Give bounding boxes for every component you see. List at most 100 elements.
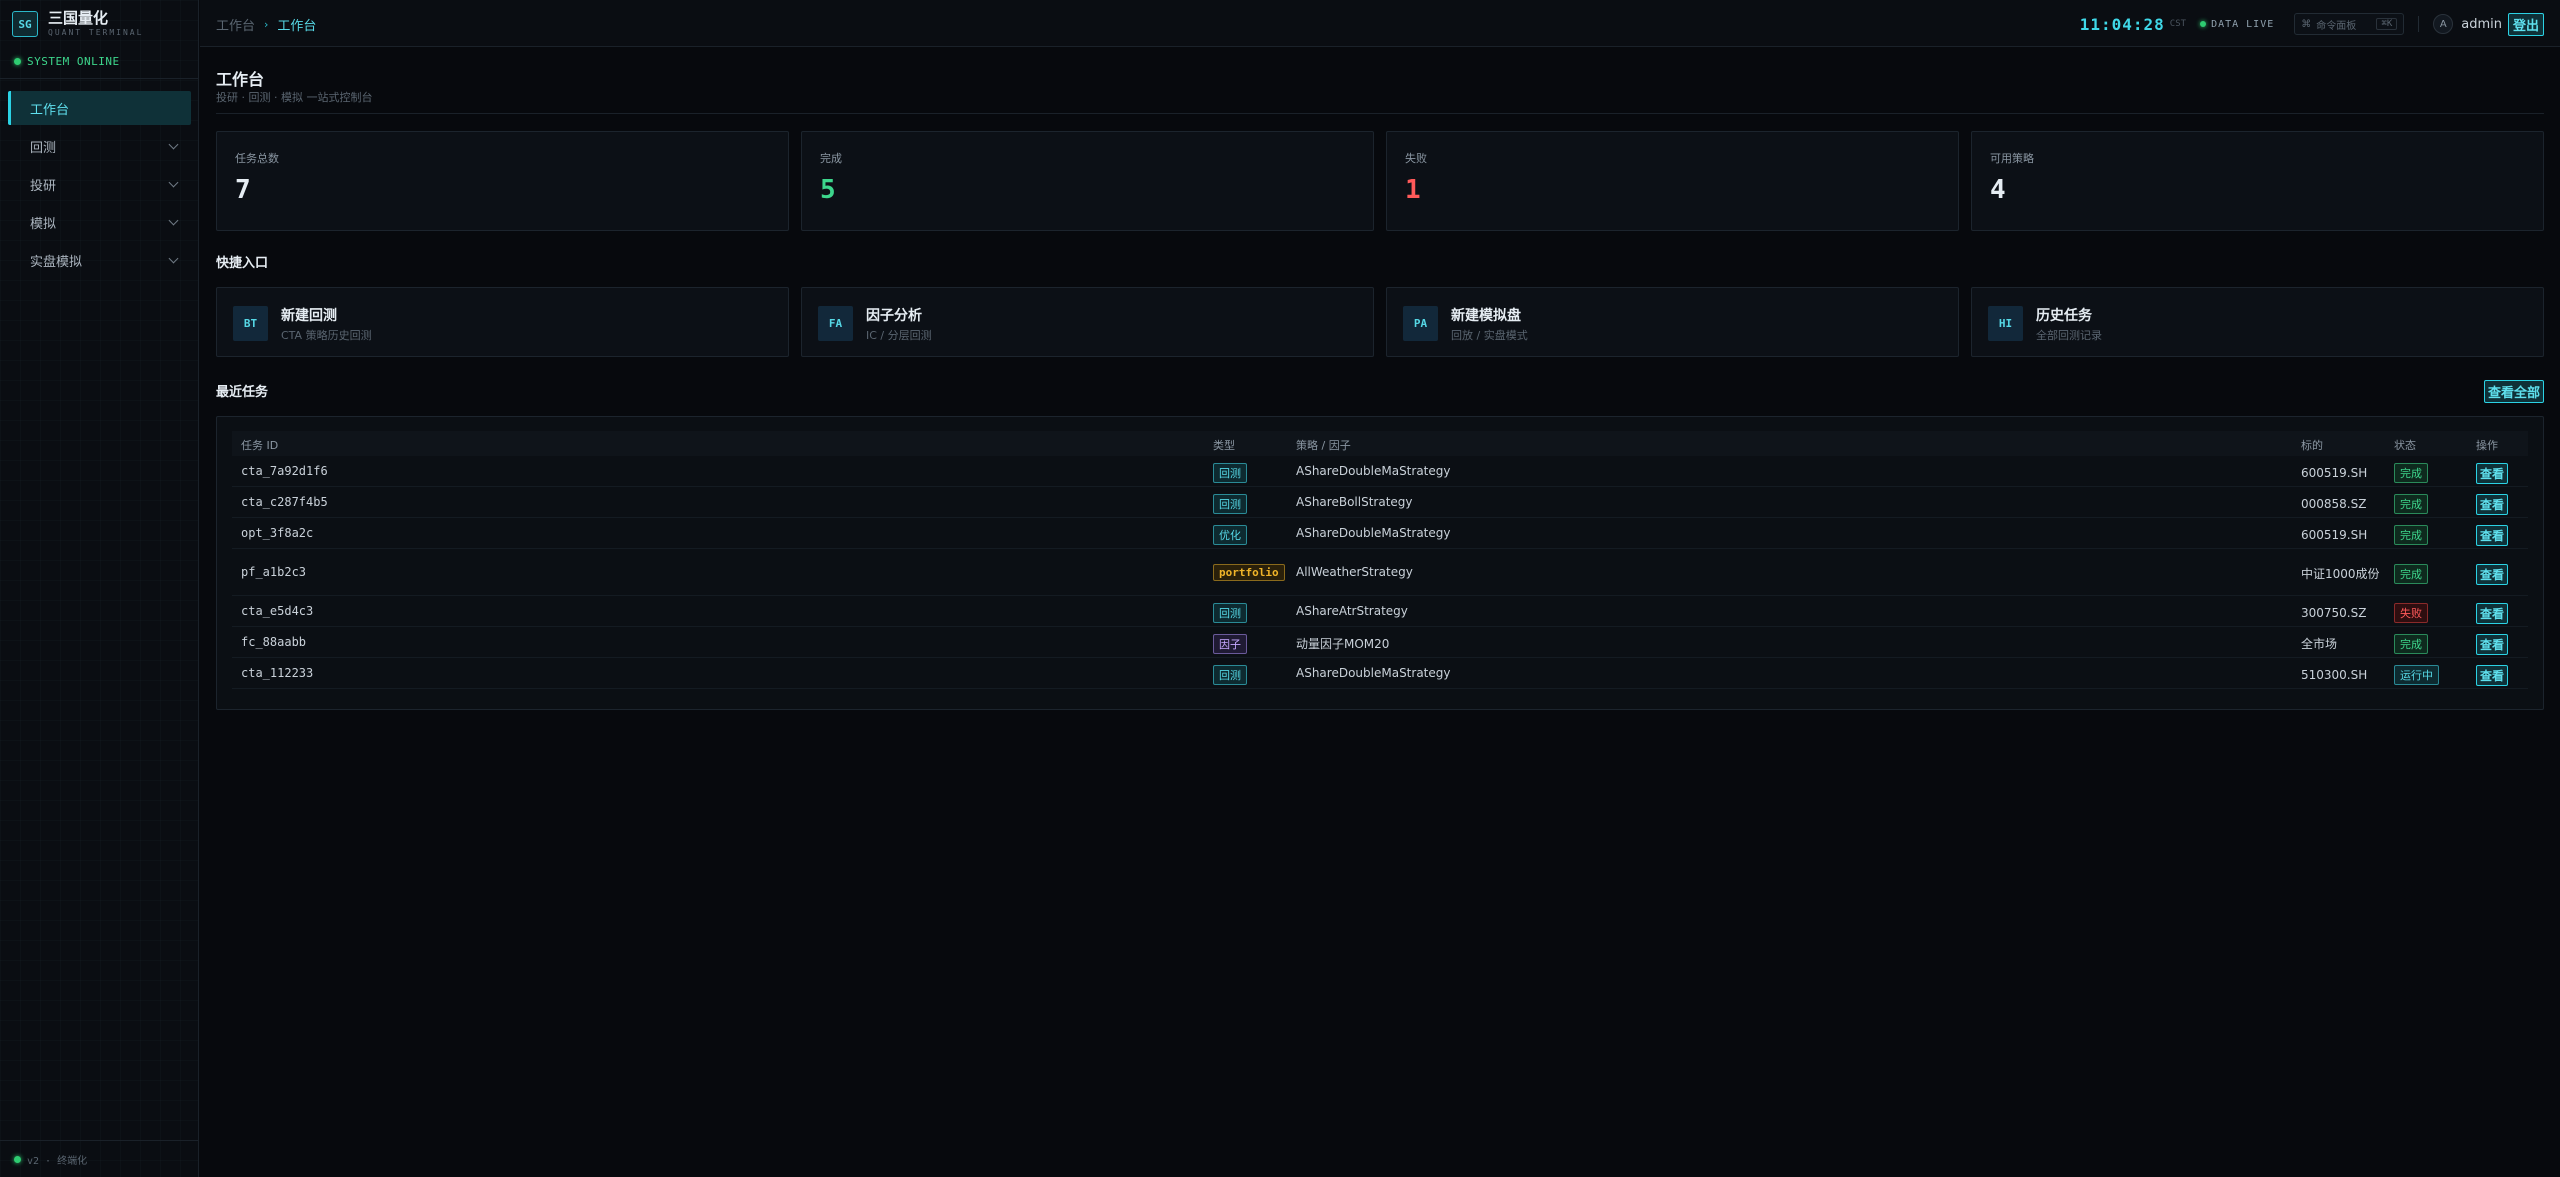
stat-value: 7	[235, 175, 251, 205]
status-badge: 完成	[2394, 634, 2428, 654]
table-row[interactable]: cta_112233 回测 AShareDoubleMaStrategy 510300…	[232, 658, 2528, 689]
status-badge: 完成	[2394, 494, 2428, 514]
quick-entry-title: 新建模拟盘	[1451, 308, 1521, 324]
column-header: 任务 ID	[241, 439, 279, 452]
command-shortcut: ⌘K	[2376, 18, 2398, 30]
sidebar-item-1[interactable]: 回测	[8, 129, 191, 163]
stat-value: 5	[820, 175, 836, 205]
quick-entry-title: 历史任务	[2036, 308, 2092, 324]
status-badge: 完成	[2394, 463, 2428, 483]
username: admin	[2461, 16, 2502, 32]
view-task-button[interactable]: 查看	[2476, 634, 2509, 655]
table-row[interactable]: cta_7a92d1f6 回测 AShareDoubleMaStrategy 6005…	[232, 456, 2528, 487]
view-task-button[interactable]: 查看	[2476, 463, 2509, 484]
quick-entry-badge-icon: FA	[818, 306, 853, 341]
quick-entry-badge-icon: HI	[1988, 306, 2023, 341]
status-badge: 完成	[2394, 564, 2428, 584]
view-all-button[interactable]: 查看全部	[2483, 380, 2544, 403]
avatar[interactable]: A	[2433, 14, 2454, 34]
column-header: 策略 / 因子	[1296, 439, 1351, 452]
status-badge: 运行中	[2394, 665, 2439, 685]
strategy-name: AShareBollStrategy	[1296, 495, 1413, 509]
symbol: 600519.SH	[2301, 466, 2368, 480]
sidebar-item-label: 实盘模拟	[30, 254, 83, 270]
quick-entry-badge-icon: PA	[1403, 306, 1438, 341]
clock: 11:04:28	[2079, 14, 2165, 34]
task-type-badge: 回测	[1213, 665, 1247, 685]
view-task-button[interactable]: 查看	[2476, 525, 2509, 546]
system-status-label: SYSTEM ONLINE	[27, 55, 120, 68]
table-row[interactable]: pf_a1b2c3 portfolio AllWeatherStrategy 中证10…	[232, 549, 2528, 596]
quick-entry-title: 快捷入口	[216, 256, 269, 271]
table-row[interactable]: opt_3f8a2c 优化 AShareDoubleMaStrategy 600519…	[232, 518, 2528, 549]
view-task-button[interactable]: 查看	[2476, 564, 2509, 585]
view-task-button[interactable]: 查看	[2476, 603, 2509, 624]
sidebar-nav: 工作台回测投研模拟实盘模拟	[8, 91, 191, 281]
quick-entry-card[interactable]: FA 因子分析 IC / 分层回测	[801, 287, 1374, 357]
logout-button[interactable]: 登出	[2507, 12, 2544, 36]
footer-status-dot-icon	[14, 1155, 21, 1163]
status-dot-icon	[14, 58, 21, 65]
quick-entry-card[interactable]: PA 新建模拟盘 回放 / 实盘模式	[1386, 287, 1959, 357]
quick-entry-card[interactable]: BT 新建回测 CTA 策略历史回测	[216, 287, 789, 357]
table-header: 任务 ID 类型 策略 / 因子 标的 状态 操作	[232, 431, 2528, 456]
status-badge: 完成	[2394, 525, 2428, 545]
quick-entry-subtitle: IC / 分层回测	[866, 329, 932, 342]
column-header: 类型	[1213, 439, 1235, 452]
task-type-badge: portfolio	[1213, 564, 1285, 581]
strategy-name: AShareDoubleMaStrategy	[1296, 464, 1451, 478]
breadcrumb-separator-icon: ›	[264, 18, 269, 31]
symbol: 中证1000成份	[2301, 567, 2380, 581]
chevron-down-icon	[168, 139, 179, 149]
breadcrumb-home[interactable]: 工作台	[216, 15, 255, 34]
table-row[interactable]: cta_e5d4c3 回测 AShareAtrStrategy 300750.SZ 失败…	[232, 596, 2528, 627]
top-header: 工作台 › 工作台 11:04:28 CST DATA LIVE ⌘ 命令面板 …	[200, 0, 2560, 47]
symbol: 000858.SZ	[2301, 497, 2367, 511]
divider	[0, 78, 198, 79]
sidebar-item-4[interactable]: 实盘模拟	[8, 243, 191, 277]
stat-card: 可用策略 4	[1971, 131, 2544, 231]
command-palette-label: 命令面板	[2316, 20, 2357, 32]
quick-entry-subtitle: 全部回测记录	[2036, 329, 2102, 342]
stat-card: 失败 1	[1386, 131, 1959, 231]
symbol: 300750.SZ	[2301, 606, 2367, 620]
symbol: 600519.SH	[2301, 528, 2368, 542]
view-task-button[interactable]: 查看	[2476, 494, 2509, 515]
brand[interactable]: SG 三国量化 QUANT TERMINAL	[12, 10, 143, 38]
brand-subtitle: QUANT TERMINAL	[48, 28, 144, 37]
symbol: 全市场	[2301, 637, 2338, 651]
sidebar-item-2[interactable]: 投研	[8, 167, 191, 201]
stat-value: 1	[1405, 175, 1421, 205]
sidebar-footer: v2 · 终端化	[0, 1140, 198, 1177]
symbol: 510300.SH	[2301, 668, 2368, 682]
view-task-button[interactable]: 查看	[2476, 665, 2509, 686]
sidebar-item-label: 回测	[30, 140, 57, 156]
sidebar-item-label: 模拟	[30, 216, 57, 232]
page-title: 工作台	[216, 70, 265, 89]
data-live-label: DATA LIVE	[2211, 18, 2275, 30]
strategy-name: AShareAtrStrategy	[1296, 604, 1408, 618]
quick-entry-card[interactable]: HI 历史任务全部回测记录	[1971, 287, 2544, 357]
table-row[interactable]: cta_c287f4b5 回测 AShareBollStrategy 000858.S…	[232, 487, 2528, 518]
quick-entry-title: 因子分析	[866, 308, 922, 324]
strategy-name: AShareDoubleMaStrategy	[1296, 526, 1451, 540]
sidebar-item-label: 投研	[30, 178, 57, 194]
stat-label: 任务总数	[235, 152, 279, 165]
quick-entry-badge-icon: BT	[233, 306, 268, 341]
table-row[interactable]: fc_88aabb 因子 动量因子MOM20 全市场 完成 查看	[232, 627, 2528, 658]
command-palette-button[interactable]: ⌘ 命令面板 ⌘K	[2294, 13, 2405, 35]
sidebar-item-label: 工作台	[30, 102, 70, 118]
timezone: CST	[2169, 19, 2187, 29]
version-label: v2 · 终端化	[27, 1155, 88, 1167]
system-status: SYSTEM ONLINE	[14, 55, 120, 68]
live-dot-icon	[2200, 21, 2207, 27]
strategy-name: AShareDoubleMaStrategy	[1296, 666, 1451, 680]
recent-tasks-table: 任务 ID 类型 策略 / 因子 标的 状态 操作 cta_7a92d1f6 回测 AShar…	[216, 416, 2544, 710]
task-type-badge: 优化	[1213, 525, 1247, 545]
sidebar: SG 三国量化 QUANT TERMINAL SYSTEM ONLINE 工作台…	[0, 0, 199, 1177]
task-id: pf_a1b2c3	[241, 565, 307, 579]
sidebar-item-3[interactable]: 模拟	[8, 205, 191, 239]
task-id: fc_88aabb	[241, 635, 307, 649]
stat-card: 任务总数 7	[216, 131, 789, 231]
sidebar-item-0[interactable]: 工作台	[8, 91, 191, 125]
